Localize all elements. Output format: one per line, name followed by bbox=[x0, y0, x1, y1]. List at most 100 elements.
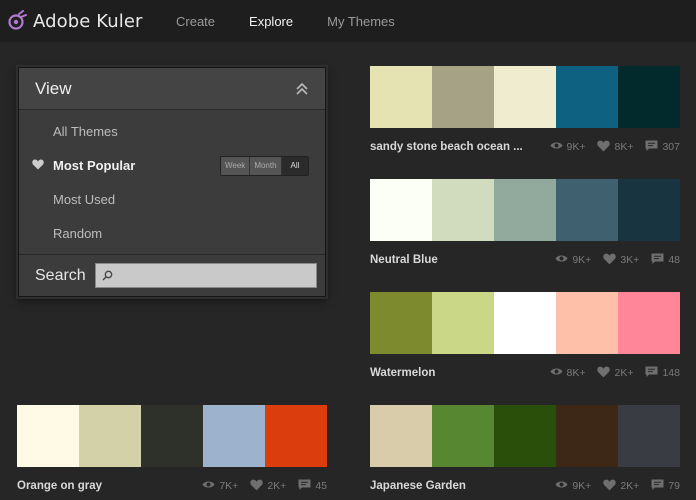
view-options-list: All Themes Most Popular Week Month All M… bbox=[19, 110, 325, 250]
color-swatch[interactable] bbox=[79, 405, 141, 467]
heart-icon bbox=[597, 140, 614, 155]
color-swatch[interactable] bbox=[432, 66, 494, 128]
color-swatch[interactable] bbox=[494, 179, 556, 241]
theme-card[interactable]: Watermelon 8K+ 2K+ 148 bbox=[370, 292, 680, 384]
color-swatch[interactable] bbox=[265, 405, 327, 467]
likes-stat[interactable]: 3K+ bbox=[603, 253, 639, 268]
likes-stat[interactable]: 2K+ bbox=[597, 366, 633, 381]
theme-card[interactable]: Japanese Garden 9K+ 2K+ 79 bbox=[370, 405, 680, 497]
theme-name[interactable]: Neutral Blue bbox=[370, 254, 543, 266]
heart-icon bbox=[603, 253, 620, 268]
comments-count: 48 bbox=[668, 254, 680, 266]
view-option-label: Most Used bbox=[53, 191, 116, 207]
color-swatch[interactable] bbox=[432, 405, 494, 467]
nav-create[interactable]: Create bbox=[176, 14, 215, 29]
views-stat: 9K+ bbox=[555, 254, 591, 266]
color-swatch[interactable] bbox=[17, 405, 79, 467]
views-stat: 7K+ bbox=[202, 480, 238, 492]
theme-name[interactable]: Watermelon bbox=[370, 367, 538, 379]
view-option-label: Random bbox=[53, 225, 103, 241]
color-swatches[interactable] bbox=[370, 66, 680, 128]
views-stat: 9K+ bbox=[555, 480, 591, 492]
view-option-all-themes[interactable]: All Themes bbox=[19, 114, 325, 148]
view-option-label: All Themes bbox=[53, 123, 118, 139]
color-swatch[interactable] bbox=[203, 405, 265, 467]
search-input[interactable] bbox=[117, 264, 316, 287]
view-option-random[interactable]: Random bbox=[19, 216, 325, 250]
comments-stat[interactable]: 45 bbox=[298, 479, 327, 494]
comments-stat[interactable]: 148 bbox=[645, 366, 680, 381]
color-swatch[interactable] bbox=[618, 179, 680, 241]
views-count: 9K+ bbox=[572, 254, 592, 266]
range-month-button[interactable]: Month bbox=[250, 157, 282, 175]
heart-icon bbox=[603, 479, 620, 494]
search-icon bbox=[102, 270, 113, 281]
color-swatch[interactable] bbox=[370, 405, 432, 467]
color-swatch[interactable] bbox=[494, 292, 556, 354]
view-option-most-used[interactable]: Most Used bbox=[19, 182, 325, 216]
color-swatch[interactable] bbox=[494, 405, 556, 467]
views-count: 9K+ bbox=[572, 480, 592, 492]
comments-stat[interactable]: 307 bbox=[645, 140, 680, 155]
views-stat: 8K+ bbox=[550, 367, 585, 379]
likes-stat[interactable]: 2K+ bbox=[603, 479, 639, 494]
top-bar: Adobe Kuler Create Explore My Themes bbox=[0, 0, 696, 42]
view-option-label: Most Popular bbox=[53, 157, 136, 173]
likes-count: 3K+ bbox=[620, 254, 640, 266]
eye-icon bbox=[550, 367, 567, 379]
comments-count: 307 bbox=[662, 141, 680, 153]
color-swatch[interactable] bbox=[556, 179, 618, 241]
color-swatch[interactable] bbox=[370, 66, 432, 128]
comments-stat[interactable]: 79 bbox=[651, 479, 680, 494]
comments-stat[interactable]: 48 bbox=[651, 253, 680, 268]
comment-icon bbox=[651, 253, 668, 268]
color-swatch[interactable] bbox=[556, 66, 618, 128]
color-swatch[interactable] bbox=[370, 292, 432, 354]
eye-icon bbox=[550, 141, 567, 153]
eye-icon bbox=[555, 480, 572, 492]
views-count: 9K+ bbox=[566, 141, 586, 153]
theme-meta: sandy stone beach ocean ... 9K+ 8K+ 307 bbox=[370, 136, 680, 158]
theme-card[interactable]: sandy stone beach ocean ... 9K+ 8K+ 307 bbox=[370, 66, 680, 158]
comments-count: 45 bbox=[315, 480, 327, 492]
color-swatches[interactable] bbox=[370, 292, 680, 354]
time-range-toggle: Week Month All bbox=[220, 156, 310, 176]
color-swatch[interactable] bbox=[432, 292, 494, 354]
likes-stat[interactable]: 2K+ bbox=[250, 479, 286, 494]
color-swatch[interactable] bbox=[556, 292, 618, 354]
color-swatch[interactable] bbox=[494, 66, 556, 128]
eye-icon bbox=[202, 480, 219, 492]
nav-explore[interactable]: Explore bbox=[249, 14, 293, 29]
color-swatches[interactable] bbox=[370, 179, 680, 241]
theme-name[interactable]: Orange on gray bbox=[17, 480, 190, 492]
view-option-most-popular[interactable]: Most Popular Week Month All bbox=[19, 148, 325, 182]
theme-card[interactable]: Orange on gray 7K+ 2K+ 45 bbox=[17, 405, 327, 497]
logo[interactable]: Adobe Kuler bbox=[6, 10, 146, 32]
range-all-button[interactable]: All bbox=[281, 157, 309, 175]
theme-name[interactable]: sandy stone beach ocean ... bbox=[370, 141, 538, 153]
color-swatch[interactable] bbox=[432, 179, 494, 241]
theme-card[interactable]: Neutral Blue 9K+ 3K+ 48 bbox=[370, 179, 680, 271]
color-swatches[interactable] bbox=[17, 405, 327, 467]
color-swatch[interactable] bbox=[618, 66, 680, 128]
color-swatches[interactable] bbox=[370, 405, 680, 467]
search-box[interactable] bbox=[95, 263, 317, 288]
likes-stat[interactable]: 8K+ bbox=[597, 140, 633, 155]
color-swatch[interactable] bbox=[141, 405, 203, 467]
nav-my-themes[interactable]: My Themes bbox=[327, 14, 395, 29]
theme-meta: Watermelon 8K+ 2K+ 148 bbox=[370, 362, 680, 384]
comments-count: 148 bbox=[662, 367, 680, 379]
color-swatch[interactable] bbox=[618, 292, 680, 354]
theme-meta: Neutral Blue 9K+ 3K+ 48 bbox=[370, 249, 680, 271]
range-week-button[interactable]: Week bbox=[221, 157, 251, 175]
color-swatch[interactable] bbox=[370, 179, 432, 241]
comment-icon bbox=[651, 479, 668, 494]
heart-icon bbox=[597, 366, 614, 381]
kuler-logo-icon bbox=[8, 10, 27, 30]
theme-name[interactable]: Japanese Garden bbox=[370, 480, 543, 492]
color-swatch[interactable] bbox=[618, 405, 680, 467]
collapse-up-icon[interactable] bbox=[295, 82, 309, 96]
view-panel: View All Themes Most Popular Week Month … bbox=[18, 67, 326, 297]
color-swatch[interactable] bbox=[556, 405, 618, 467]
heart-icon bbox=[32, 159, 44, 170]
